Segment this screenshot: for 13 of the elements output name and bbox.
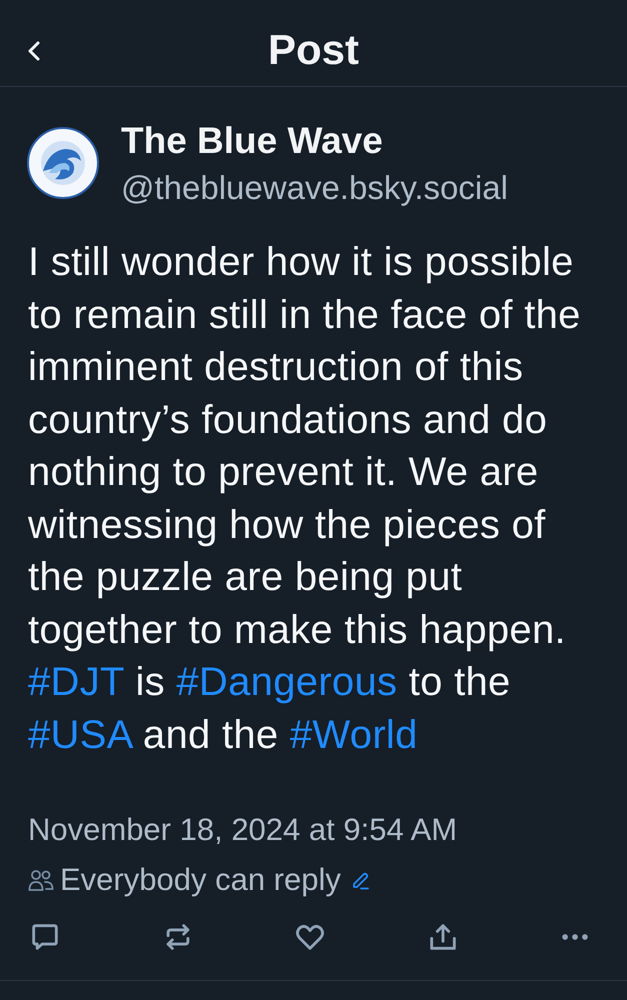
- wave-logo-avatar-icon[interactable]: [27, 127, 99, 199]
- hashtag-link[interactable]: #DJT: [28, 660, 124, 704]
- pencil-icon[interactable]: [350, 870, 371, 890]
- hashtag-link[interactable]: #USA: [28, 712, 132, 756]
- post-text: I still wonder how it is possible to remain still in the face of the imminent destruction of this country’s foundations and do nothing to prevent it. We are witnessing how the pieces of the puzzle are being put together to make this happen. #DJT is #Dangerous to the #USA and the #World: [28, 239, 582, 758]
- people-icon: [28, 869, 54, 891]
- reply-setting-label: Everybody can reply: [60, 861, 341, 899]
- author-name[interactable]: The Blue Wave: [121, 119, 508, 163]
- author-handle[interactable]: @thebluewave.bsky.social: [121, 169, 508, 207]
- post-timestamp: November 18, 2024 at 9:54 AM: [28, 811, 458, 849]
- hashtag-link[interactable]: #Dangerous: [176, 660, 398, 704]
- hashtag-link[interactable]: #World: [290, 712, 418, 756]
- page-title: Post: [268, 26, 359, 74]
